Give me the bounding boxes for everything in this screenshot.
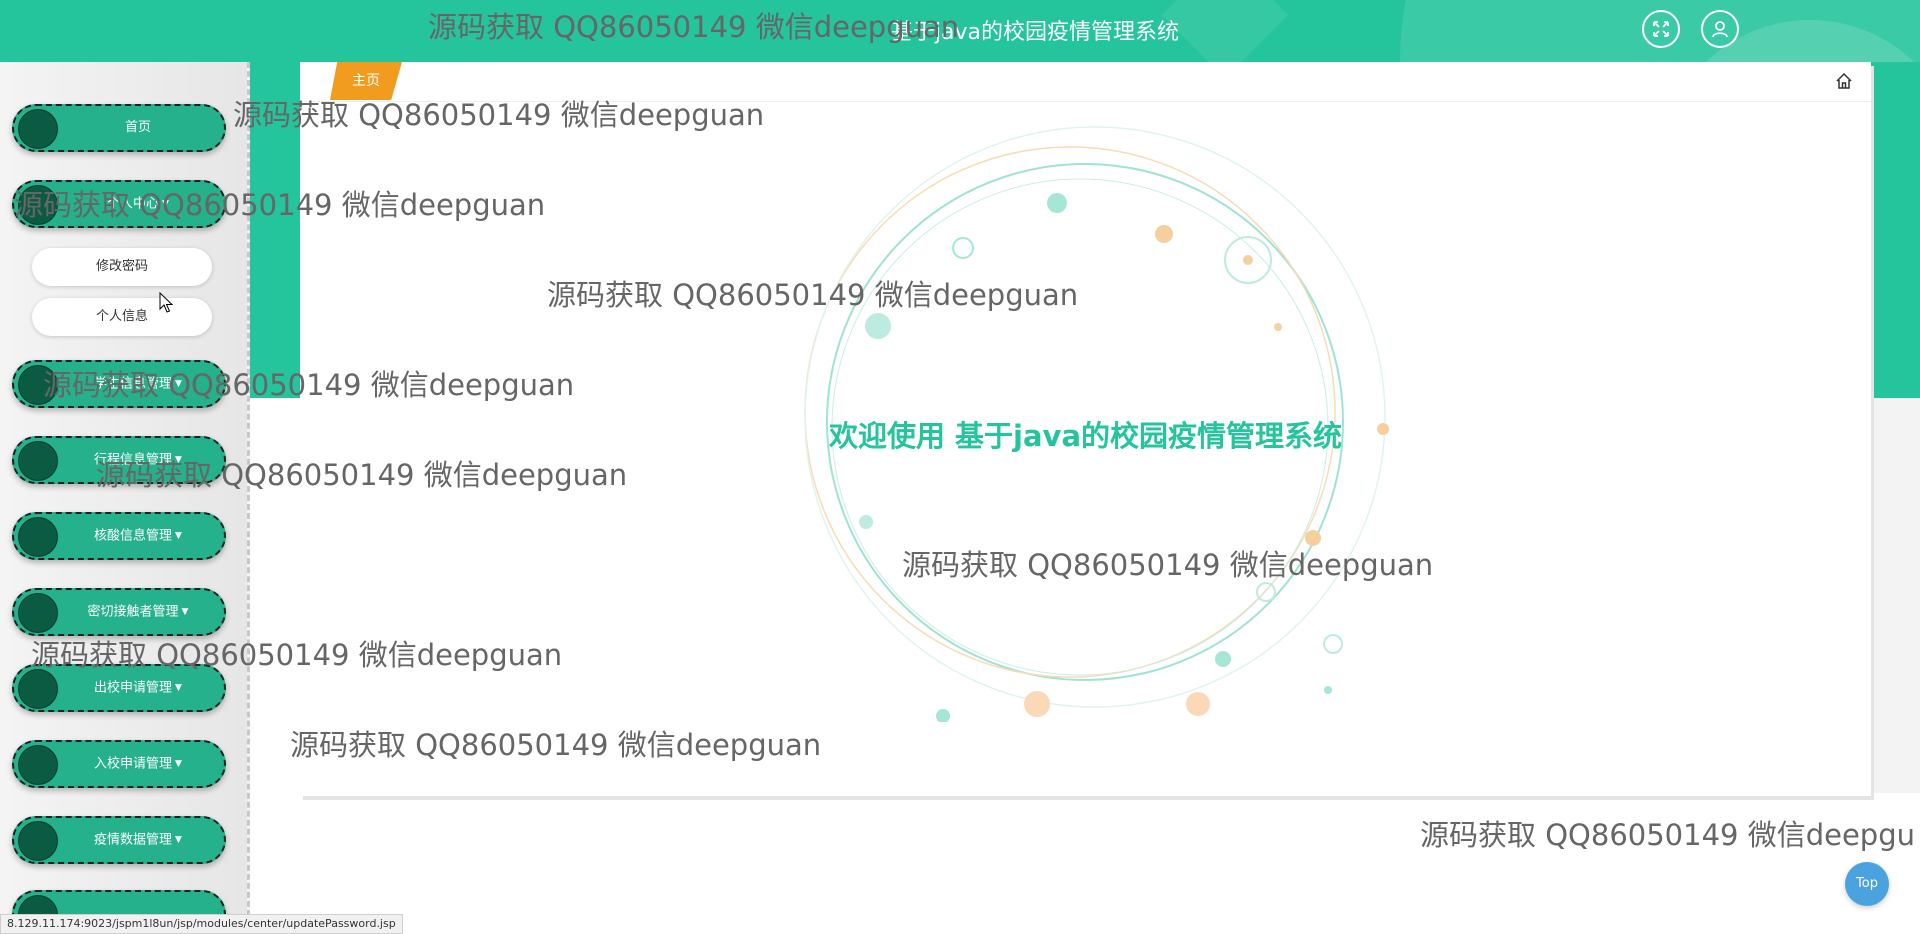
sidebar-item-label: 密切接触者管理 ▼ (62, 590, 214, 634)
user-button[interactable] (1701, 10, 1739, 48)
mouse-cursor-icon (159, 292, 173, 313)
sidebar-item-epidemic-data[interactable]: 疫情数据管理 ▼ (12, 816, 226, 864)
caret-down-icon: ▼ (175, 379, 182, 389)
tab-bar: 主页 (300, 62, 1871, 102)
submenu-personal-info[interactable]: 个人信息 (32, 298, 212, 336)
menu-dot-icon (18, 517, 58, 557)
fullscreen-icon (1653, 21, 1669, 37)
submenu-change-password[interactable]: 修改密码 (32, 248, 212, 286)
sidebar-item-label: 出校申请管理 ▼ (62, 666, 214, 710)
sidebar-item-leave-campus[interactable]: 出校申请管理 ▼ (12, 664, 226, 712)
tab-home[interactable]: 主页 (330, 62, 402, 100)
sidebar-item-home[interactable]: 首页 (12, 104, 226, 152)
watermark: 源码获取 QQ86050149 微信deepgu (1420, 818, 1915, 852)
top-header: 基于java的校园疫情管理系统 (0, 0, 1920, 62)
sidebar-item-label: 首页 (124, 120, 151, 135)
sidebar-item-student-info[interactable]: 学生信息管理 ▼ (12, 360, 226, 408)
menu-dot-icon (18, 593, 58, 633)
caret-down-icon: ▼ (175, 683, 182, 693)
caret-down-icon: ▼ (175, 455, 182, 465)
site-title: 基于java的校园疫情管理系统 (890, 20, 1180, 45)
sidebar-item-label: 行程信息管理 ▼ (62, 438, 214, 482)
sidebar-item-label: 个人中心 ▼ (62, 182, 214, 226)
background-strip (1870, 398, 1920, 793)
back-to-top-button[interactable]: Top (1845, 862, 1889, 906)
user-icon (1712, 21, 1728, 38)
home-icon[interactable] (1835, 72, 1853, 90)
menu-dot-icon (18, 821, 58, 861)
sidebar-menu: 首页 个人中心 ▼ 修改密码 个人信息 学生信息管理 ▼ 行程信息管理 ▼ 核酸信息管… (0, 62, 250, 934)
sidebar-item-personal-center[interactable]: 个人中心 ▼ (12, 180, 226, 228)
caret-down-icon: ▼ (162, 199, 169, 209)
menu-dot-icon (18, 441, 58, 481)
sidebar-item-label: 疫情数据管理 ▼ (62, 818, 214, 862)
sidebar-item-close-contacts[interactable]: 密切接触者管理 ▼ (12, 588, 226, 636)
caret-down-icon: ▼ (175, 531, 182, 541)
menu-dot-icon (18, 669, 58, 709)
fullscreen-button[interactable] (1642, 10, 1680, 48)
menu-dot-icon (18, 109, 58, 149)
main-panel: 主页 欢迎使用 基于java的校园疫情管理系统 (300, 62, 1871, 796)
sidebar-item-label: 核酸信息管理 ▼ (62, 514, 214, 558)
sidebar-item-enter-campus[interactable]: 入校申请管理 ▼ (12, 740, 226, 788)
menu-dot-icon (18, 185, 58, 225)
welcome-message: 欢迎使用 基于java的校园疫情管理系统 (828, 419, 1343, 453)
sidebar-item-label: 入校申请管理 ▼ (62, 742, 214, 786)
sidebar-item-trip-info[interactable]: 行程信息管理 ▼ (12, 436, 226, 484)
status-url: 8.129.11.174:9023/jspm1l8un/jsp/modules/… (0, 914, 403, 934)
menu-dot-icon (18, 745, 58, 785)
sidebar-item-label: 学生信息管理 ▼ (62, 362, 214, 406)
caret-down-icon: ▼ (181, 607, 189, 617)
sidebar-item-nucleic-acid[interactable]: 核酸信息管理 ▼ (12, 512, 226, 560)
caret-down-icon: ▼ (175, 835, 182, 845)
caret-down-icon: ▼ (175, 759, 182, 769)
menu-dot-icon (18, 365, 58, 405)
